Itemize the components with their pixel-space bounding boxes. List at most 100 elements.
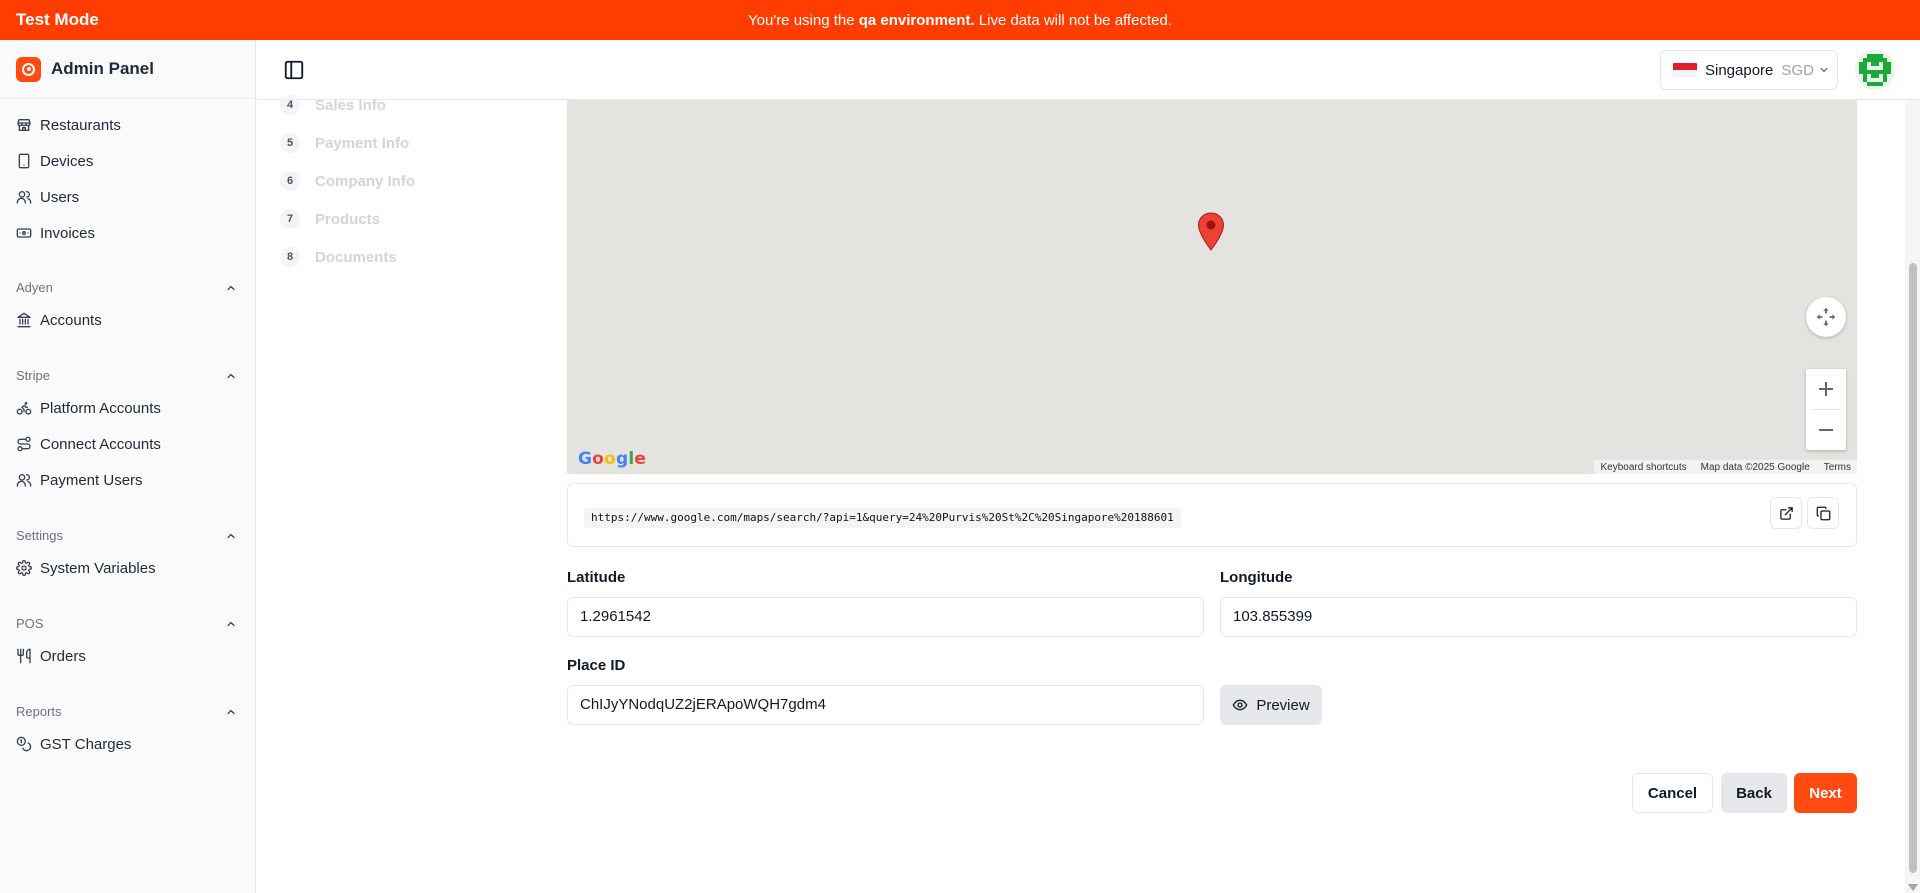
chevron-up-icon[interactable] [224, 529, 238, 543]
sidebar-item-invoices[interactable]: Invoices [16, 221, 95, 245]
step-sales-info[interactable]: 4 Sales Info [280, 95, 386, 115]
fullscreen-icon [1816, 307, 1836, 327]
step-payment-info[interactable]: 5 Payment Info [280, 133, 409, 153]
brand-logo-icon [16, 56, 41, 82]
group-reports-header[interactable]: Reports [16, 704, 238, 719]
tablet-icon [16, 153, 32, 169]
preview-button[interactable]: Preview [1220, 685, 1322, 725]
longitude-label: Longitude [1220, 569, 1293, 586]
env-message-post: Live data will not be affected. [978, 11, 1172, 29]
step-documents[interactable]: 8 Documents [280, 247, 397, 267]
top-header: Singapore SGD [257, 40, 1920, 100]
group-title: Adyen [16, 280, 53, 295]
longitude-input[interactable]: 103.855399 [1220, 597, 1857, 637]
sidebar-item-orders[interactable]: Orders [16, 644, 86, 668]
test-mode-banner: Test Mode You're using the qa environmen… [0, 0, 1920, 40]
terms-link[interactable]: Terms [1824, 462, 1851, 473]
back-button[interactable]: Back [1721, 773, 1787, 813]
sidebar-item-gst-charges[interactable]: GST Charges [16, 732, 131, 756]
singapore-flag-icon [1673, 63, 1697, 77]
test-mode-label: Test Mode [16, 10, 99, 29]
group-title: Stripe [16, 368, 50, 383]
route-icon [16, 436, 32, 452]
sidebar-item-label: Invoices [40, 224, 96, 242]
sidebar-item-restaurants[interactable]: Restaurants [16, 113, 121, 137]
place-id-label: Place ID [567, 657, 626, 674]
zoom-out-button[interactable] [1806, 410, 1846, 450]
bike-icon [16, 400, 32, 416]
scrollbar-thumb[interactable] [1909, 263, 1917, 873]
group-adyen-header[interactable]: Adyen [16, 280, 238, 295]
step-products[interactable]: 7 Products [280, 209, 380, 229]
sidebar-item-label: Connect Accounts [40, 435, 161, 453]
zoom-in-button[interactable] [1806, 369, 1846, 409]
sidebar-item-label: Users [40, 188, 80, 206]
banknote-icon [16, 225, 32, 241]
copy-link-button[interactable] [1807, 497, 1839, 529]
keyboard-shortcuts-link[interactable]: Keyboard shortcuts [1600, 462, 1686, 473]
step-number: 6 [280, 171, 300, 191]
page-scrollbar[interactable] [1905, 100, 1920, 893]
sidebar-item-payment-users[interactable]: Payment Users [16, 468, 143, 492]
step-label: Documents [315, 248, 397, 266]
chevron-up-icon[interactable] [224, 369, 238, 383]
brand[interactable]: Admin Panel [0, 40, 255, 99]
sidebar-item-label: Payment Users [40, 471, 143, 489]
latitude-input[interactable]: 1.2961542 [567, 597, 1204, 637]
latitude-label: Latitude [567, 569, 626, 586]
step-company-info[interactable]: 6 Company Info [280, 171, 415, 191]
users-icon [16, 472, 32, 488]
currency-code: SGD [1781, 61, 1814, 79]
brand-name: Admin Panel [51, 59, 154, 78]
avatar[interactable] [1855, 50, 1895, 90]
sidebar-item-connect-accounts[interactable]: Connect Accounts [16, 432, 161, 456]
step-number: 4 [280, 95, 300, 115]
sidebar: Admin Panel Restaurants Devices Users In… [0, 40, 256, 893]
utensils-icon [16, 648, 32, 664]
sidebar-item-platform-accounts[interactable]: Platform Accounts [16, 396, 161, 420]
next-button[interactable]: Next [1794, 773, 1857, 813]
external-link-icon [1779, 506, 1793, 520]
env-message-env: qa environment. [858, 11, 975, 29]
place-id-input[interactable]: ChIJyYNodqUZ2jERApoWQH7gdm4 [567, 685, 1204, 725]
open-link-button[interactable] [1770, 497, 1802, 529]
plus-icon [1819, 382, 1833, 396]
coins-icon [16, 736, 32, 752]
sidebar-item-devices[interactable]: Devices [16, 149, 93, 173]
map-data-text: Map data ©2025 Google [1700, 461, 1810, 473]
users-icon [16, 189, 32, 205]
store-icon [16, 117, 32, 133]
map-pin-icon[interactable] [1197, 212, 1225, 257]
map-view[interactable]: Google Keyboard shortcuts Map data ©2025… [567, 100, 1857, 474]
group-pos-header[interactable]: POS [16, 616, 238, 631]
country-name: Singapore [1705, 61, 1774, 79]
map-attribution: Keyboard shortcuts Map data ©2025 Google… [1594, 460, 1857, 474]
group-stripe-header[interactable]: Stripe [16, 368, 238, 383]
maps-url: https://www.google.com/maps/search/?api=… [584, 508, 1181, 528]
chevron-up-icon[interactable] [224, 281, 238, 295]
sidebar-toggle-button[interactable] [281, 57, 307, 83]
sidebar-item-label: System Variables [40, 559, 156, 577]
map-fullscreen-button[interactable] [1806, 297, 1846, 337]
preview-label: Preview [1256, 696, 1310, 714]
sidebar-item-accounts[interactable]: Accounts [16, 308, 102, 332]
group-settings-header[interactable]: Settings [16, 528, 238, 543]
chevron-up-icon[interactable] [224, 705, 238, 719]
group-title: POS [16, 616, 44, 631]
country-selector[interactable]: Singapore SGD [1660, 50, 1838, 90]
group-title: Reports [16, 704, 62, 719]
sidebar-item-label: Platform Accounts [40, 399, 161, 417]
sidebar-item-system-variables[interactable]: System Variables [16, 556, 156, 580]
step-number: 5 [280, 133, 300, 153]
cancel-button[interactable]: Cancel [1632, 773, 1713, 813]
sidebar-item-label: Orders [40, 647, 86, 665]
step-label: Payment Info [315, 134, 410, 152]
chevron-up-icon[interactable] [224, 617, 238, 631]
scroll-down-arrow-icon[interactable] [1908, 884, 1918, 891]
google-logo: Google [578, 449, 647, 469]
chevron-down-icon [1818, 64, 1830, 76]
sidebar-item-users[interactable]: Users [16, 185, 79, 209]
landmark-icon [16, 312, 32, 328]
sidebar-item-label: GST Charges [40, 735, 132, 753]
panel-left-icon [284, 60, 304, 80]
